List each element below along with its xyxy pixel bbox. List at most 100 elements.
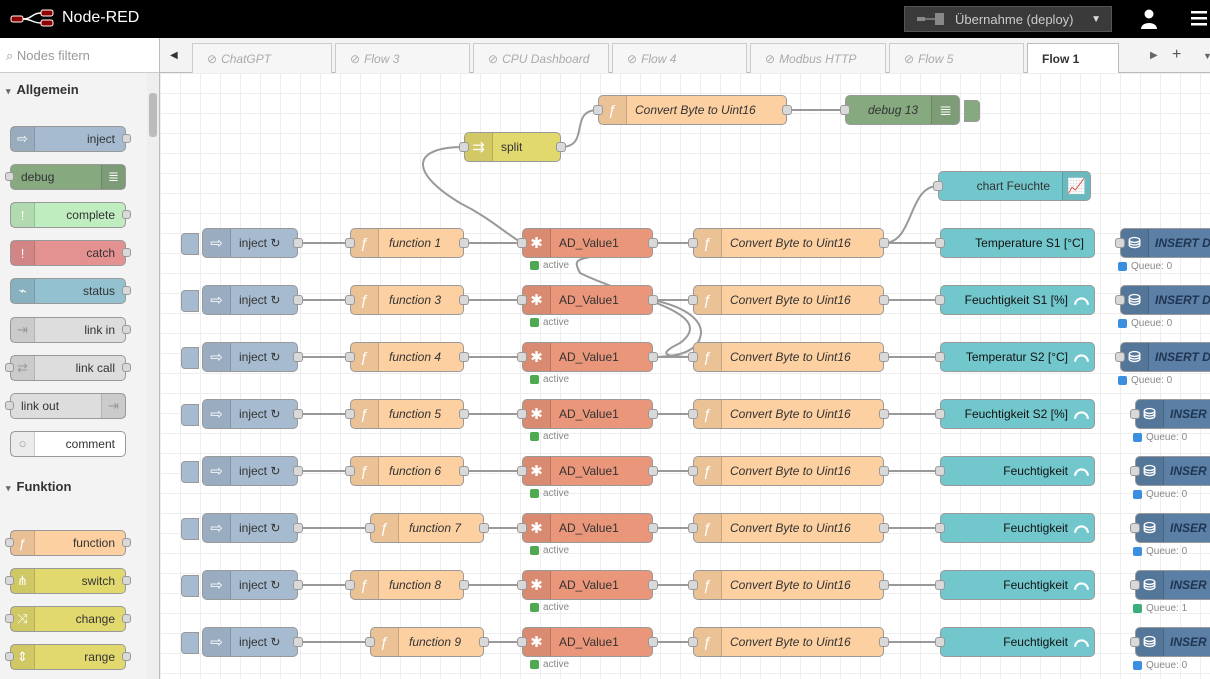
convert-node[interactable]: ƒ Convert Byte to Uint16 — [688, 285, 889, 315]
convert-node-top[interactable]: ƒ Convert Byte to Uint16 — [593, 95, 792, 125]
convert-node[interactable]: ƒ Convert Byte to Uint16 — [688, 228, 889, 258]
dashboard-node[interactable]: Feuchtigkeit S1 [%] — [935, 285, 1095, 315]
input-port[interactable] — [517, 637, 527, 647]
output-port[interactable] — [648, 637, 658, 647]
palette-scrollbar-thumb[interactable] — [149, 93, 157, 137]
input-port[interactable] — [345, 295, 355, 305]
inject-node[interactable]: ⇨ inject ↻ — [181, 342, 303, 372]
modbus-node[interactable]: ✱ AD_Value1 — [517, 228, 658, 258]
tab-chatgpt[interactable]: ⊘ ChatGPT — [192, 43, 332, 73]
chevron-down-icon[interactable]: ▼ — [1203, 51, 1210, 61]
palette-category-funktion[interactable]: ▾ Funktion — [0, 470, 147, 502]
chevron-down-icon[interactable]: ▾ — [6, 86, 11, 96]
dashboard-node[interactable]: Temperatur S2 [°C] — [935, 342, 1095, 372]
palette-node-switch[interactable]: ⋔ switch — [10, 568, 126, 595]
palette-node-comment[interactable]: ○ comment — [10, 430, 126, 457]
dashboard-node[interactable]: Feuchtigkeit — [935, 513, 1095, 543]
inject-node[interactable]: ⇨ inject ↻ — [181, 285, 303, 315]
convert-node[interactable]: ƒ Convert Byte to Uint16 — [688, 570, 889, 600]
inject-trigger-button[interactable] — [181, 404, 199, 426]
inject-trigger-button[interactable] — [181, 632, 199, 654]
modbus-node[interactable]: ✱ AD_Value1 — [517, 342, 658, 372]
palette-search-input[interactable]: ⌕ Nodes filtern — [0, 38, 159, 73]
dashboard-node[interactable]: Feuchtigkeit — [935, 570, 1095, 600]
input-port[interactable] — [365, 637, 375, 647]
database-node[interactable]: ⛁ INSERT D — [1115, 285, 1210, 315]
palette-node-link-out[interactable]: link out ⇥ — [10, 392, 126, 419]
database-node[interactable]: ⛁ INSER — [1130, 570, 1210, 600]
output-port[interactable] — [648, 295, 658, 305]
input-port[interactable] — [517, 409, 527, 419]
dashboard-node[interactable]: Temperature S1 [°C] — [935, 228, 1095, 258]
input-port[interactable] — [1115, 238, 1125, 248]
input-port[interactable] — [345, 409, 355, 419]
input-port[interactable] — [1115, 295, 1125, 305]
output-port[interactable] — [879, 352, 889, 362]
inject-node[interactable]: ⇨ inject ↻ — [181, 570, 303, 600]
input-port[interactable] — [345, 238, 355, 248]
inject-trigger-button[interactable] — [181, 461, 199, 483]
dashboard-node[interactable]: Feuchtigkeit — [935, 456, 1095, 486]
input-port[interactable] — [688, 580, 698, 590]
output-port[interactable] — [459, 238, 469, 248]
inject-trigger-button[interactable] — [181, 518, 199, 540]
palette-node-link-call[interactable]: ⇄ link call — [10, 354, 126, 381]
wire[interactable] — [560, 109, 599, 148]
input-port[interactable] — [517, 523, 527, 533]
inject-node[interactable]: ⇨ inject ↻ — [181, 228, 303, 258]
output-port[interactable] — [879, 580, 889, 590]
output-port[interactable] — [459, 352, 469, 362]
database-node[interactable]: ⛁ INSERT D — [1115, 228, 1210, 258]
add-tab-icon[interactable]: + — [1172, 46, 1181, 64]
hamburger-menu-icon[interactable] — [1191, 10, 1207, 26]
output-port[interactable] — [459, 466, 469, 476]
output-port[interactable] — [293, 238, 303, 248]
tab-flow-1[interactable]: Flow 1 — [1027, 43, 1119, 74]
palette-node-link-in[interactable]: ⇥ link in — [10, 316, 126, 343]
input-port[interactable] — [365, 523, 375, 533]
function-node[interactable]: ƒ function 3 — [345, 285, 469, 315]
wire[interactable] — [883, 185, 939, 244]
tab-flow-5[interactable]: ⊘ Flow 5 — [889, 43, 1024, 73]
dashboard-node[interactable]: Feuchtigkeit S2 [%] — [935, 399, 1095, 429]
output-port[interactable] — [782, 105, 792, 115]
flow-workspace[interactable]: ⇉ split ƒ Convert Byte to Uint16 ≣ debug 13 📈 c… — [160, 73, 1210, 679]
database-node[interactable]: ⛁ INSERT D — [1115, 342, 1210, 372]
input-port[interactable] — [517, 466, 527, 476]
input-port[interactable] — [517, 295, 527, 305]
tab-flow-3[interactable]: ⊘ Flow 3 — [335, 43, 470, 73]
output-port[interactable] — [648, 409, 658, 419]
input-port[interactable] — [688, 466, 698, 476]
input-port[interactable] — [1115, 352, 1125, 362]
tab-flow-4[interactable]: ⊘ Flow 4 — [612, 43, 747, 73]
convert-node[interactable]: ƒ Convert Byte to Uint16 — [688, 456, 889, 486]
input-port[interactable] — [935, 409, 945, 419]
input-port[interactable] — [517, 580, 527, 590]
chevron-down-icon[interactable]: ▼ — [1091, 14, 1101, 25]
input-port[interactable] — [1130, 580, 1140, 590]
database-node[interactable]: ⛁ INSER — [1130, 513, 1210, 543]
palette-node-inject[interactable]: ⇨ inject — [10, 126, 126, 152]
output-port[interactable] — [293, 295, 303, 305]
input-port[interactable] — [688, 352, 698, 362]
input-port[interactable] — [517, 352, 527, 362]
debug-toggle-button[interactable] — [964, 100, 980, 122]
deploy-button[interactable]: Übernahme (deploy) ▼ — [904, 6, 1112, 32]
input-port[interactable] — [688, 637, 698, 647]
input-port[interactable] — [593, 105, 603, 115]
output-port[interactable] — [479, 637, 489, 647]
database-node[interactable]: ⛁ INSER — [1130, 456, 1210, 486]
output-port[interactable] — [293, 409, 303, 419]
output-port[interactable] — [879, 466, 889, 476]
modbus-node[interactable]: ✱ AD_Value1 — [517, 513, 658, 543]
function-node[interactable]: ƒ function 5 — [345, 399, 469, 429]
output-port[interactable] — [648, 523, 658, 533]
input-port[interactable] — [935, 352, 945, 362]
output-port[interactable] — [879, 409, 889, 419]
input-port[interactable] — [517, 238, 527, 248]
tab-cpu-dashboard[interactable]: ⊘ CPU Dashboard — [473, 43, 609, 73]
output-port[interactable] — [293, 523, 303, 533]
database-node[interactable]: ⛁ INSER — [1130, 399, 1210, 429]
input-port[interactable] — [935, 238, 945, 248]
input-port[interactable] — [935, 580, 945, 590]
